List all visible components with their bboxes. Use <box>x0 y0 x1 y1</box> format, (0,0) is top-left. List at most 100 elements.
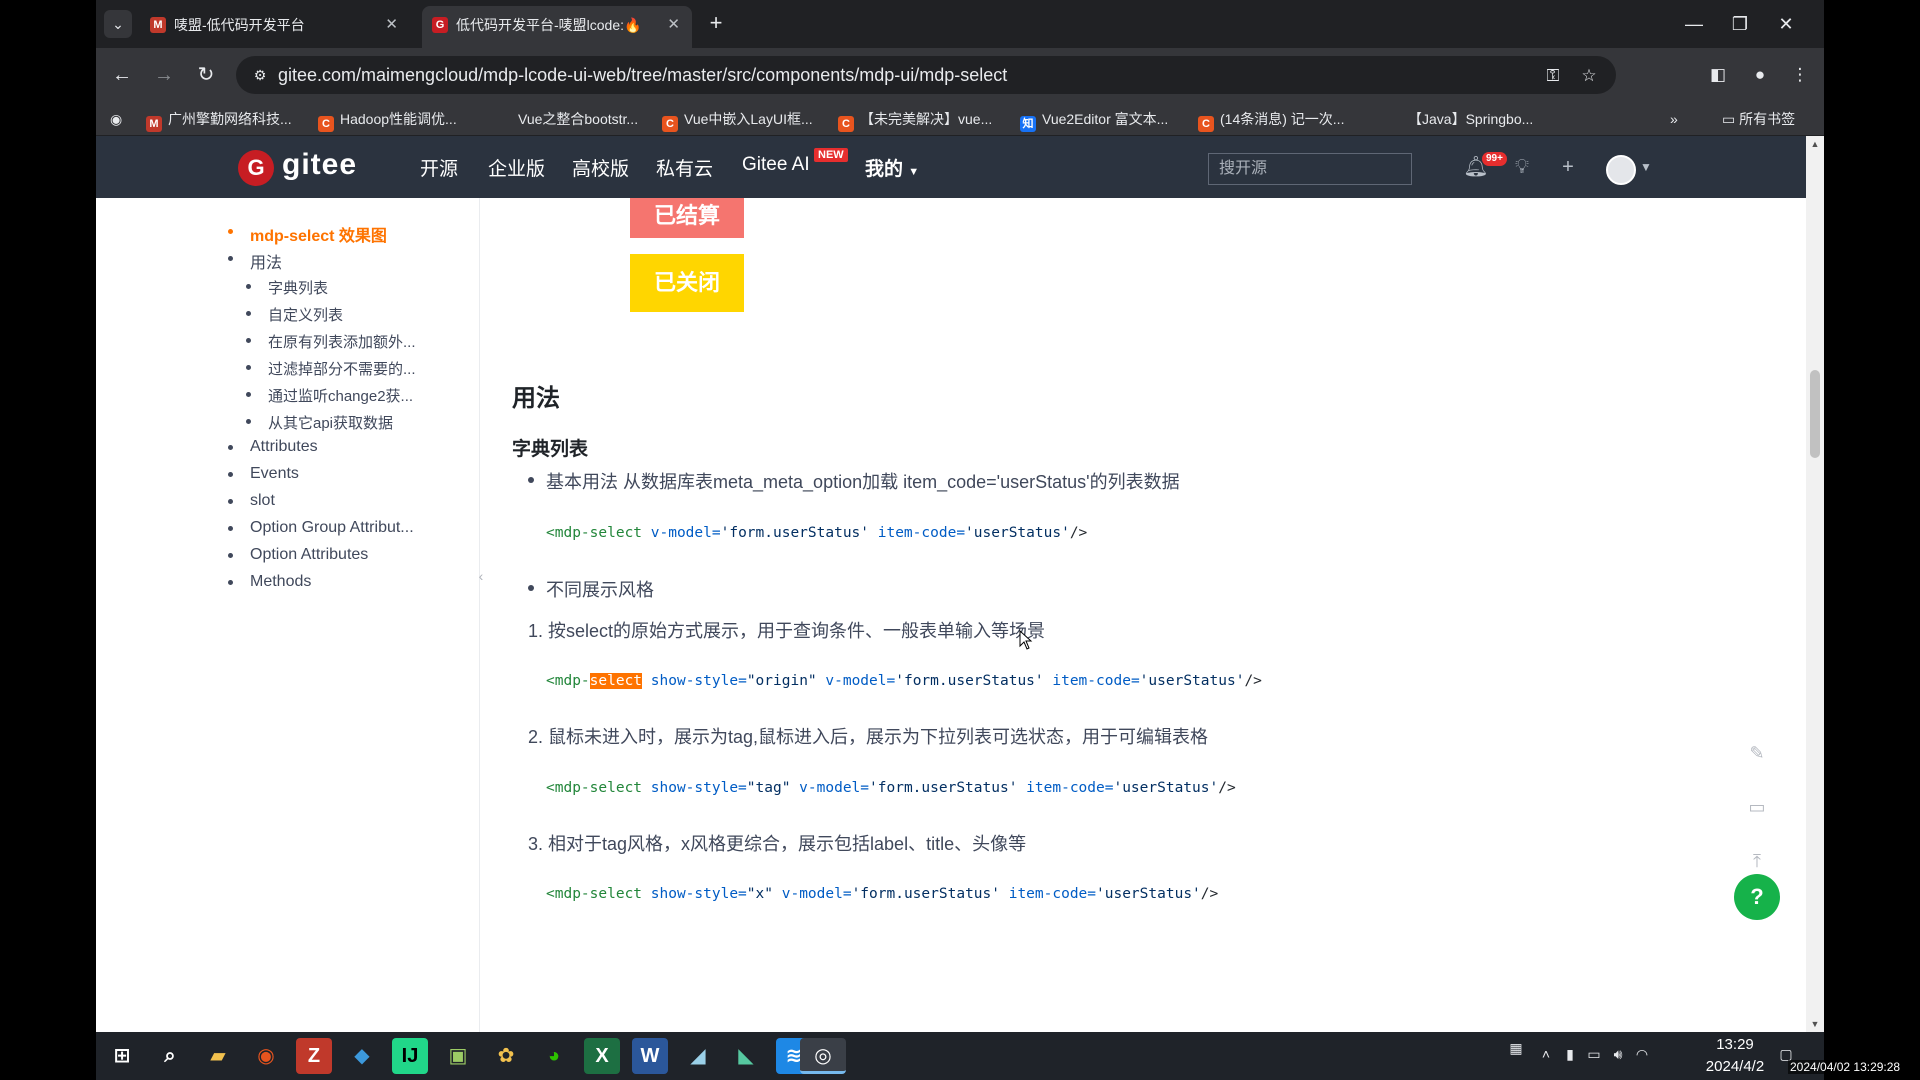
toc-item[interactable]: 通过监听change2获... <box>246 385 413 406</box>
back-to-top-icon[interactable]: ⤒ <box>1744 848 1770 874</box>
code-string: "tag" <box>746 780 791 796</box>
bookmark-item[interactable]: C 【未完美解决】vue... <box>838 108 992 132</box>
nav-open-source[interactable]: 开源 <box>420 154 458 181</box>
toc-item[interactable]: slot <box>228 492 275 510</box>
intellij-icon[interactable]: IJ <box>392 1038 428 1074</box>
code-attr: show-style= <box>642 886 747 902</box>
usb-icon[interactable]: ▮ <box>1560 1046 1580 1063</box>
search-highlight: select <box>589 673 643 689</box>
restore-icon[interactable]: ❐ <box>1726 10 1754 38</box>
tab-search-button[interactable]: ⌄ <box>104 10 132 38</box>
bookmark-item[interactable]: 知 Vue2Editor 富文本... <box>1020 108 1168 132</box>
help-button[interactable]: ? <box>1734 874 1780 920</box>
filezilla-icon[interactable]: Z <box>296 1038 332 1074</box>
toc-item[interactable]: 用法 <box>228 249 282 273</box>
collapse-toc-chevron-icon[interactable]: ‹ <box>474 556 488 596</box>
password-key-icon[interactable]: ⚿ <box>1542 65 1564 87</box>
bookmarks-overflow-button[interactable]: » <box>1670 108 1678 130</box>
wifi-icon[interactable]: ◠ <box>1632 1046 1652 1063</box>
paw-app-icon[interactable]: ✿ <box>488 1038 524 1074</box>
windows-start-icon[interactable]: ⊞ <box>104 1038 140 1074</box>
side-panel-icon[interactable]: ◧ <box>1704 61 1732 89</box>
bookmark-favicon-icon <box>496 111 512 127</box>
url-text[interactable]: gitee.com/maimengcloud/mdp-lcode-ui-web/… <box>278 56 1007 94</box>
bookmark-item[interactable]: C (14条消息) 记一次... <box>1198 108 1344 132</box>
avatar[interactable] <box>1606 155 1636 185</box>
notes-app-icon[interactable]: ◢ <box>680 1038 716 1074</box>
site-info-icon[interactable]: ⚙ <box>250 65 270 85</box>
comment-icon[interactable]: ▭ <box>1744 794 1770 820</box>
scroll-up-icon[interactable]: ▲ <box>1806 136 1824 152</box>
bookmark-item[interactable]: M 广州擎勤网络科技... <box>146 108 292 132</box>
profile-icon[interactable]: ● <box>1746 61 1774 89</box>
toc-item[interactable]: 自定义列表 <box>246 304 343 325</box>
window-close-icon[interactable]: ✕ <box>1772 10 1800 38</box>
wechat-icon[interactable]: ◕ <box>536 1038 572 1074</box>
toc-item[interactable]: 从其它api获取数据 <box>246 412 393 433</box>
close-icon[interactable]: ✕ <box>385 6 398 44</box>
toc-item[interactable]: Events <box>228 465 299 483</box>
bookmark-star-icon[interactable]: ☆ <box>1578 65 1600 87</box>
tab-gitee[interactable]: G 低代码开发平台-唛盟lcode:🔥 ✕ <box>422 6 692 48</box>
toc-item[interactable]: 字典列表 <box>246 277 328 298</box>
reload-icon[interactable]: ↻ <box>192 61 220 89</box>
page-scrollbar[interactable]: ▲ ▼ <box>1806 136 1824 1032</box>
nav-enterprise[interactable]: 企业版 <box>488 154 545 181</box>
word-icon[interactable]: W <box>632 1038 668 1074</box>
nav-mine[interactable]: 我的 ▼ <box>865 154 919 181</box>
edit-icon[interactable]: ✎ <box>1744 740 1770 766</box>
gitee-search-input[interactable]: 搜开源 <box>1208 153 1412 185</box>
bullet <box>228 499 233 504</box>
clock-time[interactable]: 13:29 <box>1700 1036 1770 1053</box>
address-bar[interactable]: ⚙ gitee.com/maimengcloud/mdp-lcode-ui-we… <box>236 56 1616 94</box>
bullet <box>228 553 233 558</box>
toc-item[interactable]: mdp-select 效果图 <box>228 222 387 246</box>
bullet <box>246 311 251 316</box>
back-icon[interactable]: ← <box>108 61 136 89</box>
excel-icon[interactable]: X <box>584 1038 620 1074</box>
vscode-icon[interactable]: ◆ <box>344 1038 380 1074</box>
caret-down-icon[interactable]: ▼ <box>1640 160 1652 174</box>
clock-date[interactable]: 2024/4/2 <box>1690 1058 1780 1075</box>
close-icon[interactable]: ✕ <box>667 6 680 44</box>
bookmark-label: 广州擎勤网络科技... <box>168 111 292 127</box>
bookmark-item[interactable]: C Vue中嵌入LayUI框... <box>662 108 813 132</box>
nav-gitee-ai[interactable]: Gitee AI <box>742 154 810 176</box>
file-explorer-icon[interactable]: ▰ <box>200 1038 236 1074</box>
menu-kebab-icon[interactable]: ⋮ <box>1786 61 1814 89</box>
toc-item[interactable]: Option Attributes <box>228 546 368 564</box>
lightbulb-icon[interactable]: 💡︎ <box>1508 153 1536 181</box>
chrome-icon[interactable]: ◎ <box>800 1038 846 1074</box>
bookmark-item[interactable]: 【Java】Springbo... <box>1386 108 1533 130</box>
nav-private-cloud[interactable]: 私有云 <box>656 154 713 181</box>
scroll-thumb[interactable] <box>1810 370 1820 458</box>
all-bookmarks-button[interactable]: ▭ 所有书签 <box>1722 108 1795 130</box>
code-tag: <mdp-select <box>546 780 643 796</box>
scroll-down-icon[interactable]: ▼ <box>1806 1016 1824 1032</box>
tray-chevron-icon[interactable]: ˄ <box>1536 1046 1556 1062</box>
snail-app-icon[interactable]: ◉ <box>248 1038 284 1074</box>
input-method-icon[interactable]: ▦ <box>1506 1040 1526 1057</box>
minimize-icon[interactable]: — <box>1680 10 1708 38</box>
tab-maimeng[interactable]: M 唛盟-低代码开发平台 ✕ <box>140 6 410 48</box>
new-tab-button[interactable]: + <box>704 12 728 36</box>
battery-icon[interactable]: ▭ <box>1584 1046 1604 1063</box>
nav-education[interactable]: 高校版 <box>572 154 629 181</box>
toc-label: 过滤掉部分不需要的... <box>268 361 416 378</box>
forward-icon[interactable]: → <box>150 61 178 89</box>
toc-item[interactable]: Methods <box>228 573 311 591</box>
bookmark-item[interactable]: C Hadoop性能调优... <box>318 108 457 132</box>
package-app-icon[interactable]: ▣ <box>440 1038 476 1074</box>
bookmark-item[interactable]: Vue之整合bootstr... <box>496 108 638 130</box>
search-icon[interactable]: ⌕ <box>152 1038 188 1074</box>
typora-icon[interactable]: ◣ <box>728 1038 764 1074</box>
toc-item[interactable]: Option Group Attribut... <box>228 519 414 537</box>
toc-item[interactable]: 过滤掉部分不需要的... <box>246 358 416 379</box>
apps-globe-icon[interactable]: ◉ <box>110 108 122 130</box>
plus-icon[interactable]: + <box>1554 153 1582 181</box>
volume-icon[interactable]: 🔊︎ <box>1608 1046 1628 1063</box>
toc-item[interactable]: Attributes <box>228 438 318 456</box>
toc-item[interactable]: 在原有列表添加额外... <box>246 331 416 352</box>
new-badge: NEW <box>814 148 848 162</box>
list-item-text: 不同展示风格 <box>546 580 654 600</box>
